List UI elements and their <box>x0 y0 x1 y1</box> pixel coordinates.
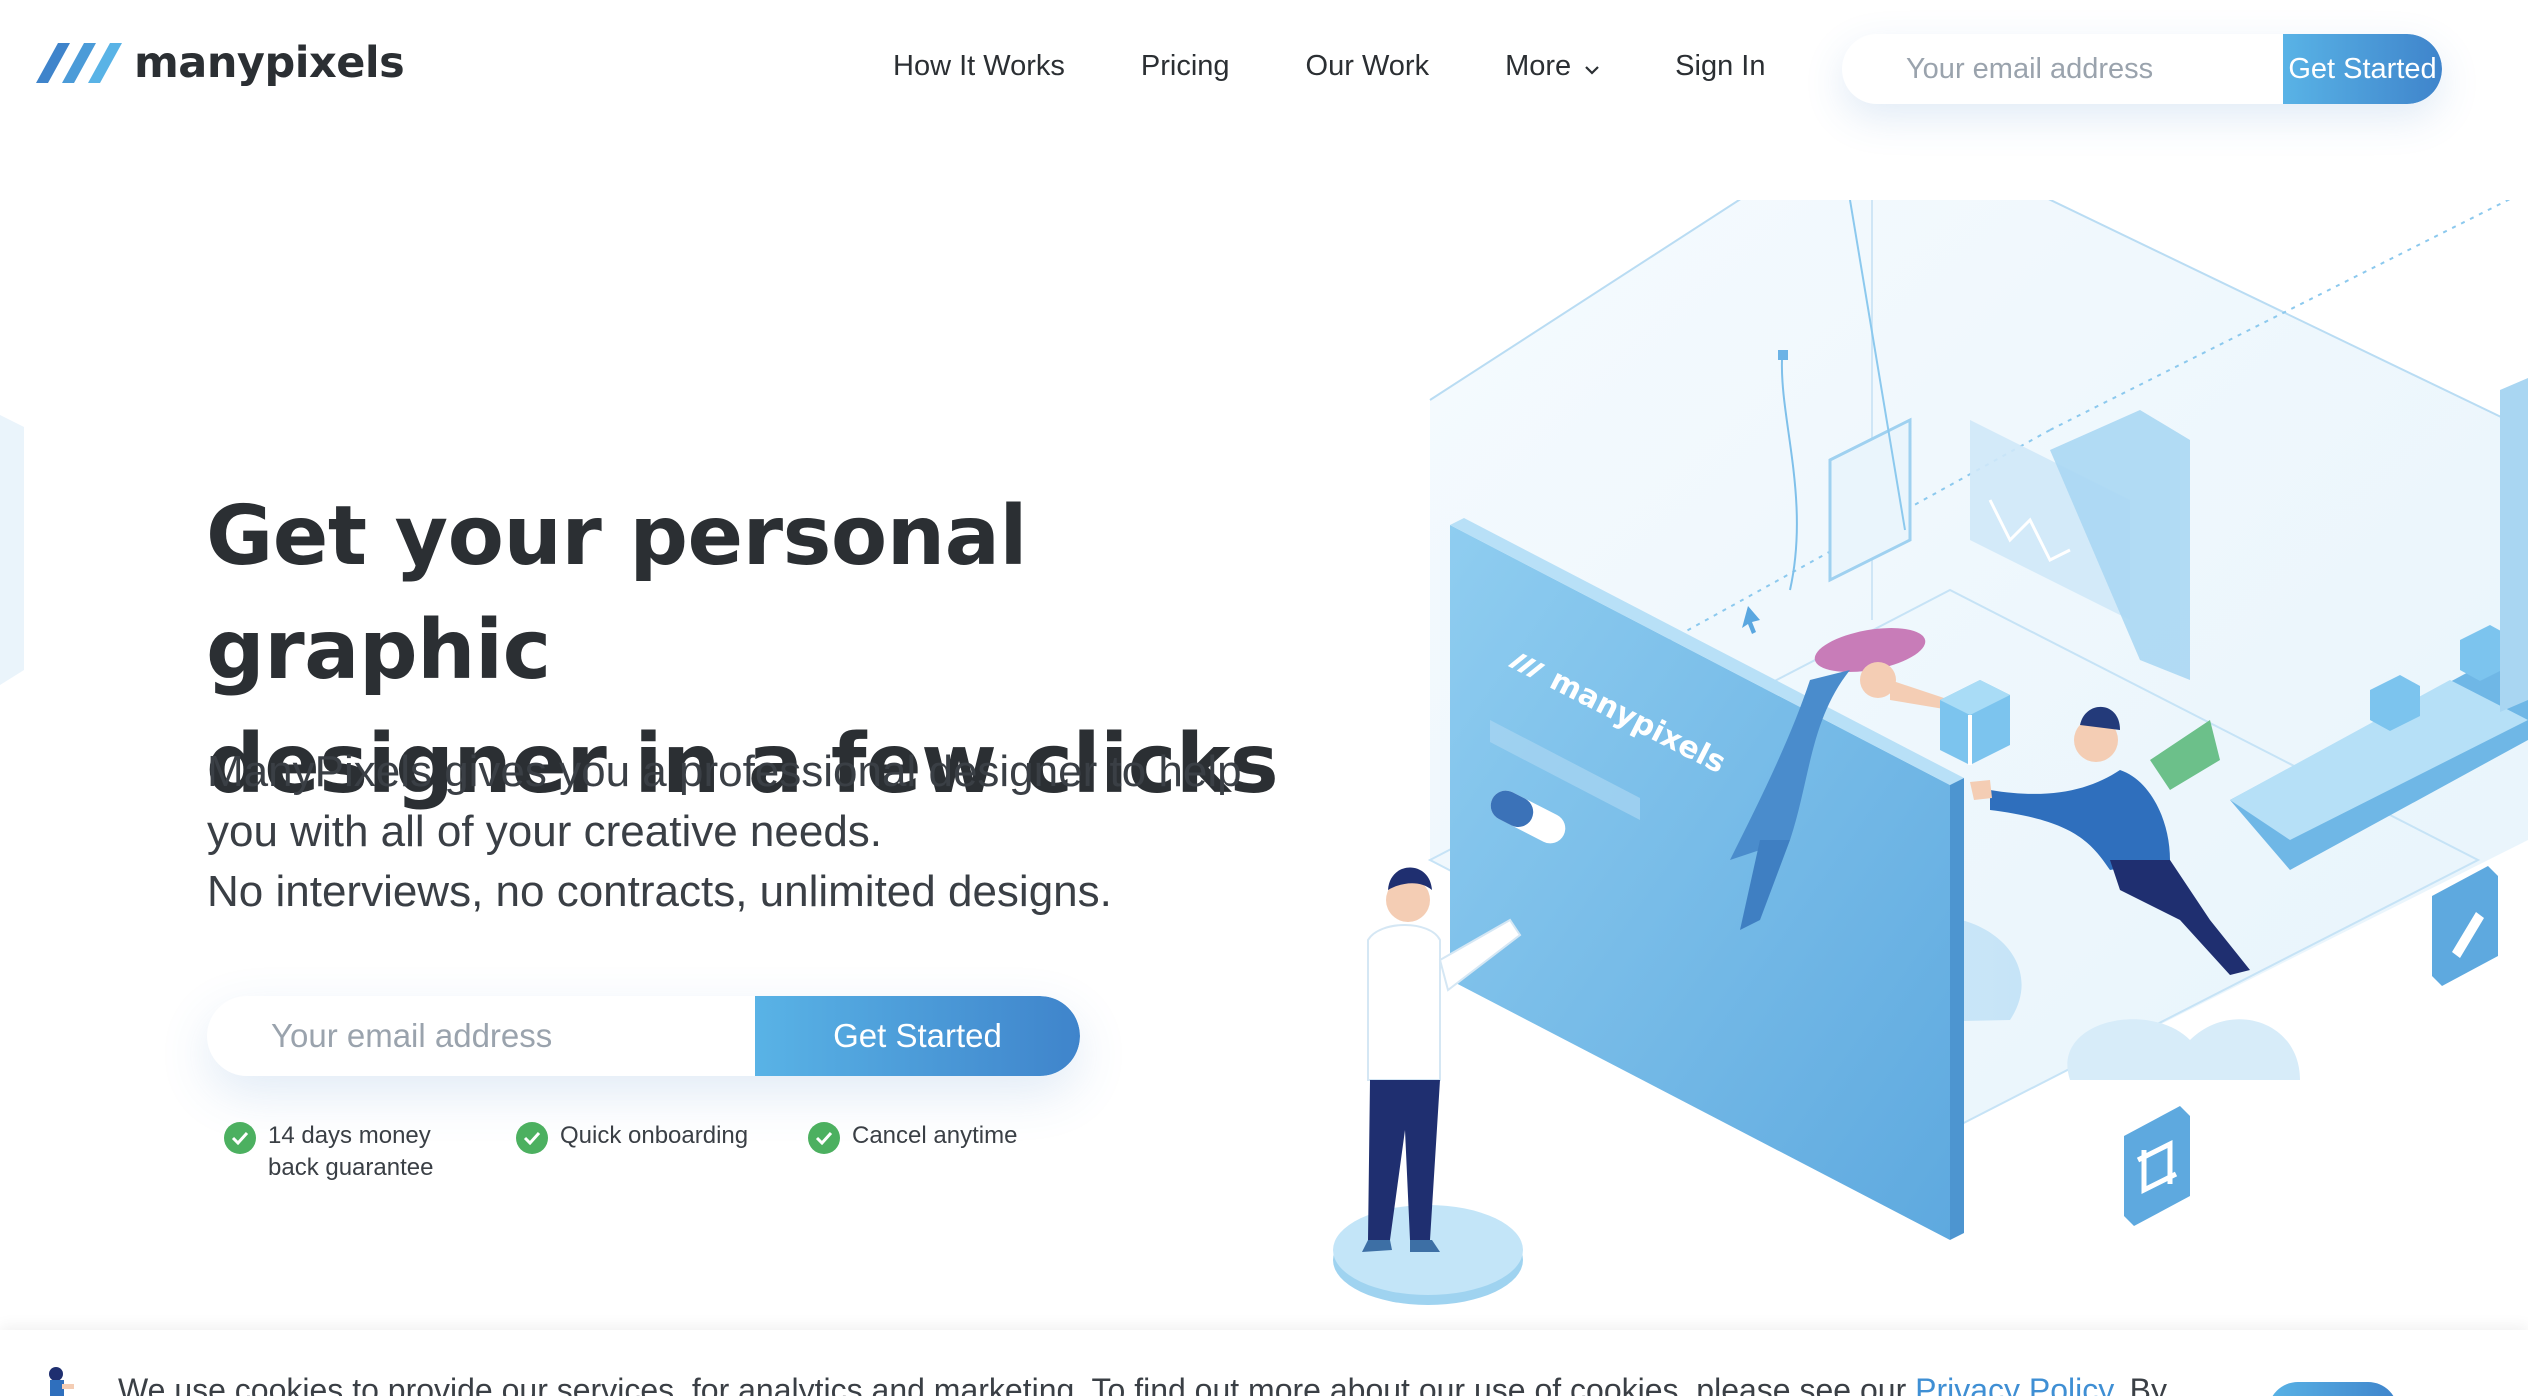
feature-money-back: 14 days money back guarantee <box>224 1120 433 1184</box>
hero-subtitle-line-3: No interviews, no contracts, unlimited d… <box>207 867 1112 916</box>
cookie-message-tail: . By <box>2111 1372 2168 1396</box>
feature-cancel-anytime: Cancel anytime <box>808 1120 1017 1154</box>
hero-subtitle: ManyPixels gives you a professional desi… <box>207 742 1387 922</box>
nav-more-dropdown[interactable]: More <box>1505 50 1599 83</box>
header-get-started-button[interactable]: Get Started <box>2283 34 2442 104</box>
left-edge-decoration <box>0 415 24 685</box>
chevron-down-icon <box>1585 50 1599 83</box>
nav-sign-in[interactable]: Sign In <box>1675 50 1765 83</box>
check-icon <box>808 1122 840 1154</box>
feature-money-back-line-2: back guarantee <box>268 1154 434 1181</box>
privacy-policy-link[interactable]: Privacy Policy <box>1915 1372 2112 1396</box>
logo-mark-icon <box>36 43 122 83</box>
hero-subtitle-line-2: you with all of your creative needs. <box>207 807 883 856</box>
hero-illustration: manypixels <box>1333 200 2528 1305</box>
feature-quick-onboarding: Quick onboarding <box>516 1120 748 1154</box>
hero-title-line-1: Get your personal graphic <box>206 489 1028 698</box>
logo-text: manypixels <box>134 38 405 88</box>
nav-pricing[interactable]: Pricing <box>1141 50 1230 83</box>
main-nav: How It Works Pricing Our Work More Sign … <box>893 50 1765 83</box>
nav-sign-in-label: Sign In <box>1675 50 1766 82</box>
cookie-accept-button[interactable] <box>2268 1382 2398 1396</box>
nav-our-work[interactable]: Our Work <box>1306 50 1430 83</box>
hero-subtitle-line-1: ManyPixels gives you a professional desi… <box>207 747 1242 796</box>
page: manypixels How It Works Pricing Our Work… <box>0 0 2528 1396</box>
cookie-message-text: We use cookies to provide our services, … <box>118 1372 1907 1396</box>
check-icon <box>224 1122 256 1154</box>
nav-how-it-works-label: How It Works <box>893 50 1065 82</box>
logo[interactable]: manypixels <box>36 38 405 88</box>
feature-money-back-line-1: 14 days money <box>268 1122 431 1149</box>
cookie-mascot-icon <box>49 1367 74 1396</box>
feature-money-back-text: 14 days money back guarantee <box>268 1120 433 1184</box>
nav-our-work-label: Our Work <box>1305 50 1430 82</box>
hero-signup-form: Get Started <box>207 996 1080 1076</box>
nav-pricing-label: Pricing <box>1140 50 1230 82</box>
header-signup-form: Get Started <box>1842 34 2442 104</box>
hero-email-input[interactable] <box>207 996 755 1076</box>
check-icon <box>516 1122 548 1154</box>
hero-get-started-button[interactable]: Get Started <box>755 996 1080 1076</box>
cookie-banner: We use cookies to provide our services, … <box>0 1330 2528 1396</box>
header-email-input[interactable] <box>1842 34 2283 104</box>
feature-cancel-anytime-text: Cancel anytime <box>852 1122 1018 1149</box>
feature-quick-onboarding-text: Quick onboarding <box>560 1122 749 1149</box>
nav-more-label: More <box>1505 50 1572 82</box>
nav-how-it-works[interactable]: How It Works <box>893 50 1065 83</box>
cookie-message: We use cookies to provide our services, … <box>118 1372 2167 1396</box>
